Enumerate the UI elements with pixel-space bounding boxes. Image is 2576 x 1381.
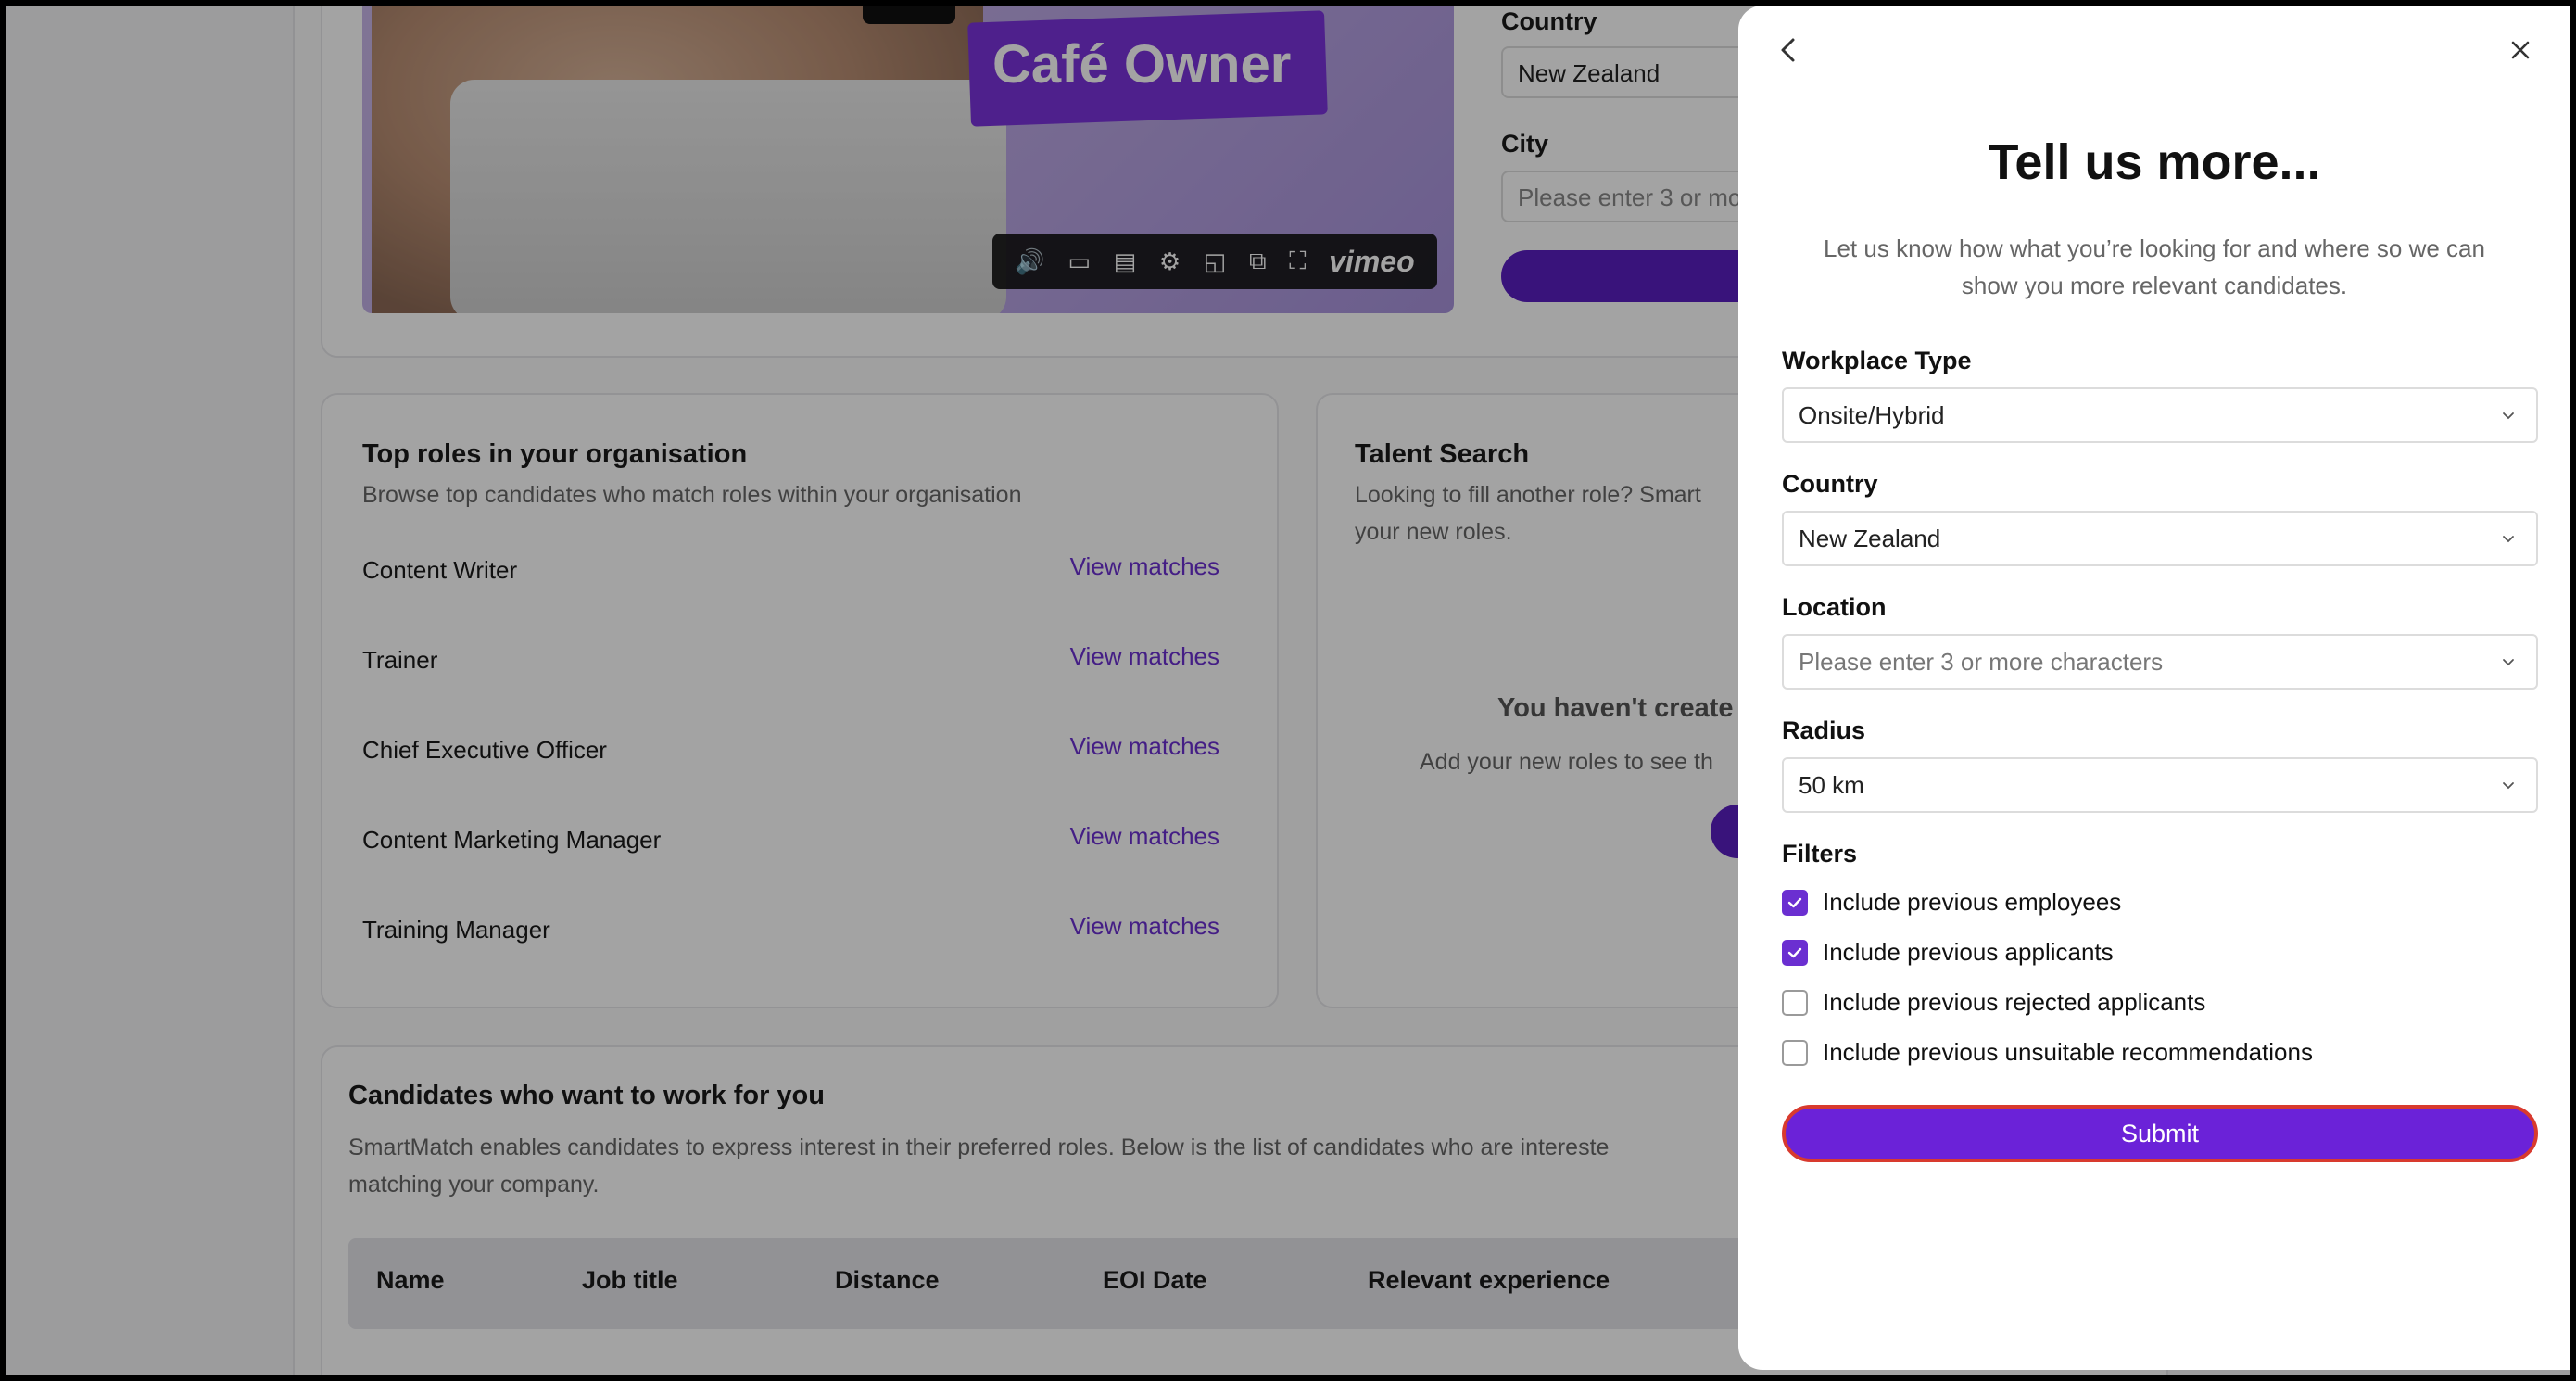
drawer-title: Tell us more... bbox=[1988, 134, 2321, 190]
filter-previous-unsuitable-recommendations[interactable]: Include previous unsuitable recommendati… bbox=[1782, 1038, 2313, 1067]
checkmark-icon bbox=[1787, 947, 1802, 957]
checkmark-icon bbox=[1787, 897, 1802, 907]
country-value: New Zealand bbox=[1799, 524, 1941, 552]
location-label: Location bbox=[1782, 593, 1887, 621]
country-label: Country bbox=[1782, 470, 1878, 498]
filter-previous-rejected-applicants[interactable]: Include previous rejected applicants bbox=[1782, 988, 2205, 1017]
workplace-type-select[interactable]: Onsite/Hybrid bbox=[1782, 387, 2538, 443]
tell-us-more-drawer: Tell us more... Let us know how what you… bbox=[1738, 6, 2570, 1370]
filter-label: Include previous applicants bbox=[1823, 938, 2114, 966]
radius-label: Radius bbox=[1782, 716, 1866, 744]
workplace-type-value: Onsite/Hybrid bbox=[1799, 400, 1945, 429]
chevron-down-icon bbox=[2503, 536, 2514, 543]
chevron-down-icon bbox=[2503, 412, 2514, 420]
submit-button[interactable]: Submit bbox=[1782, 1105, 2538, 1162]
filter-label: Include previous employees bbox=[1823, 888, 2122, 916]
location-select[interactable]: Please enter 3 or more characters bbox=[1782, 634, 2538, 690]
chevron-down-icon bbox=[2503, 782, 2514, 790]
checkbox-unchecked[interactable] bbox=[1782, 989, 1808, 1016]
close-icon[interactable] bbox=[2500, 30, 2541, 70]
checkbox-checked[interactable] bbox=[1782, 889, 1808, 916]
location-placeholder: Please enter 3 or more characters bbox=[1799, 647, 2164, 676]
workplace-type-label: Workplace Type bbox=[1782, 347, 1972, 374]
country-select[interactable]: New Zealand bbox=[1782, 511, 2538, 566]
radius-value: 50 km bbox=[1799, 770, 1864, 799]
filter-label: Include previous rejected applicants bbox=[1823, 988, 2206, 1016]
filter-previous-employees[interactable]: Include previous employees bbox=[1782, 888, 2121, 917]
filter-previous-applicants[interactable]: Include previous applicants bbox=[1782, 938, 2114, 967]
chevron-down-icon bbox=[2503, 659, 2514, 666]
radius-select[interactable]: 50 km bbox=[1782, 757, 2538, 813]
filter-label: Include previous unsuitable recommendati… bbox=[1823, 1038, 2313, 1066]
back-arrow-icon[interactable] bbox=[1768, 30, 1809, 70]
drawer-subtitle: Let us know how what you’re looking for … bbox=[1824, 234, 2485, 299]
app-frame: Café Owner 🔊 ▭ ▤ ⚙ ◱ ⧉ ⛶ vimeo Country N… bbox=[6, 6, 2570, 1375]
checkbox-checked[interactable] bbox=[1782, 939, 1808, 966]
filters-label: Filters bbox=[1782, 840, 1858, 868]
checkbox-unchecked[interactable] bbox=[1782, 1039, 1808, 1066]
